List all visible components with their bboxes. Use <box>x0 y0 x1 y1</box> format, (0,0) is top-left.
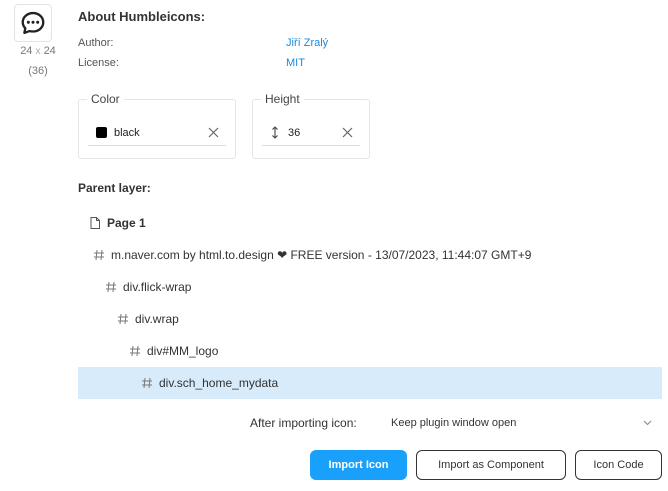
close-icon[interactable] <box>206 126 220 140</box>
license-link[interactable]: MIT <box>286 57 305 69</box>
license-label: License: <box>78 57 119 69</box>
author-label: Author: <box>78 37 114 49</box>
layer-row-frame[interactable]: m.naver.com by html.to.design ❤ FREE ver… <box>78 239 662 271</box>
import-icon-button[interactable]: Import Icon <box>310 450 407 480</box>
hash-icon <box>116 312 130 326</box>
color-input[interactable]: black <box>88 120 226 146</box>
chat-bubble-icon <box>21 11 45 35</box>
height-fieldset: Height 36 <box>252 92 370 159</box>
layer-row-sch-home-mydata[interactable]: div.sch_home_mydata <box>78 367 662 399</box>
layer-label: div.sch_home_mydata <box>159 376 279 390</box>
layer-label: div.flick-wrap <box>123 280 192 294</box>
author-link[interactable]: Jiří Zralý <box>286 37 328 49</box>
icon-dimensions: 24 x 24 <box>20 45 56 57</box>
after-import-label: After importing icon: <box>250 416 357 430</box>
hash-icon <box>92 248 106 262</box>
after-import-value: Keep plugin window open <box>391 417 517 429</box>
import-as-component-button[interactable]: Import as Component <box>416 450 566 480</box>
height-value[interactable]: 36 <box>288 127 340 139</box>
layer-label: div.wrap <box>135 312 179 326</box>
layer-row-wrap[interactable]: div.wrap <box>78 303 662 335</box>
page-icon <box>88 216 102 230</box>
icon-code-button[interactable]: Icon Code <box>575 450 662 480</box>
layer-row-page[interactable]: Page 1 <box>78 207 662 239</box>
hash-icon <box>128 344 142 358</box>
color-value[interactable]: black <box>114 127 206 139</box>
icon-count: (36) <box>28 65 48 77</box>
height-legend: Height <box>261 92 304 106</box>
vertical-arrows-icon <box>268 126 282 139</box>
layer-row-mm-logo[interactable]: div#MM_logo <box>78 335 662 367</box>
hash-icon <box>140 376 154 390</box>
hash-icon <box>104 280 118 294</box>
layer-row-flick-wrap[interactable]: div.flick-wrap <box>78 271 662 303</box>
parent-layer-label: Parent layer: <box>78 181 151 195</box>
layer-label: div#MM_logo <box>147 344 219 358</box>
layer-label: m.naver.com by html.to.design ❤ FREE ver… <box>111 248 532 262</box>
height-input[interactable]: 36 <box>262 120 360 146</box>
layer-label: Page 1 <box>107 216 146 230</box>
color-legend: Color <box>87 92 124 106</box>
color-fieldset: Color black <box>78 92 236 159</box>
close-icon[interactable] <box>340 126 354 140</box>
after-import-select[interactable]: Keep plugin window open <box>391 409 657 437</box>
about-title: About Humbleicons: <box>78 9 206 24</box>
icon-preview <box>14 4 52 42</box>
chevron-down-icon <box>641 420 653 426</box>
color-swatch[interactable] <box>96 127 107 138</box>
